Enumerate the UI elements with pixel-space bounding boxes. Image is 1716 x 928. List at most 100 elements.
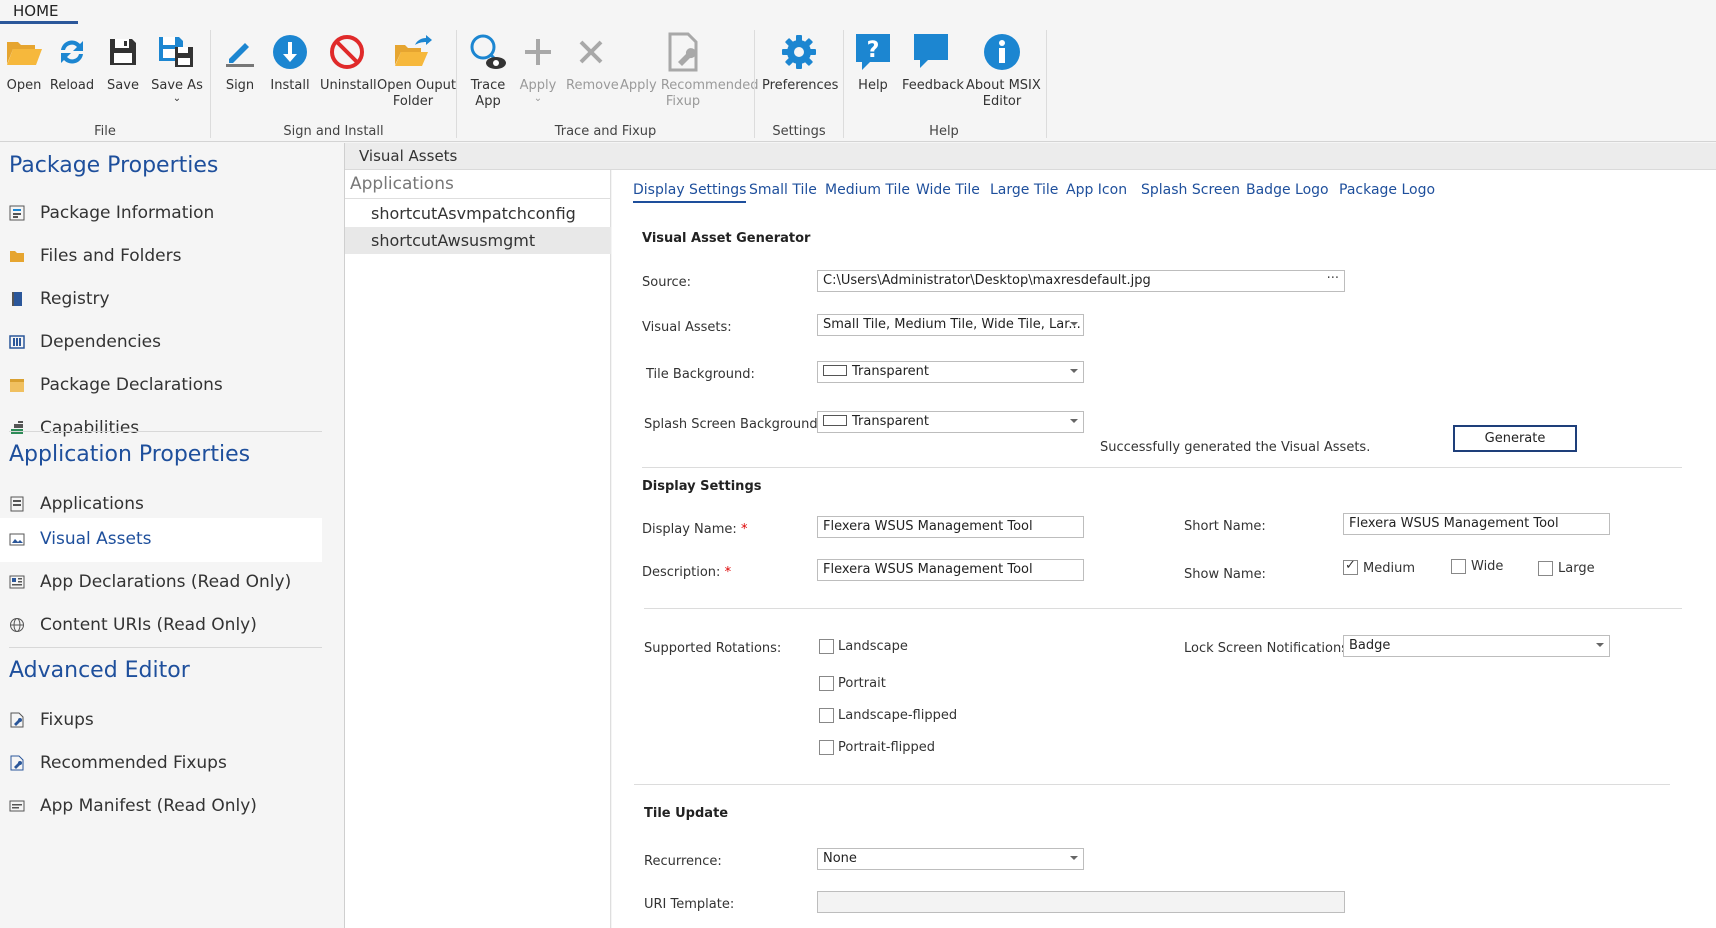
source-field[interactable]: C:\Users\Administrator\Desktop\maxresdef…	[817, 270, 1345, 292]
prohibited-icon	[325, 30, 369, 74]
chevron-down-icon	[1070, 369, 1078, 373]
apply-button[interactable]: Apply ⌄	[516, 30, 560, 104]
nav-item-package-declarations[interactable]: Package Declarations	[0, 364, 322, 408]
nav-item-dependencies[interactable]: Dependencies	[0, 321, 322, 365]
section-advanced-editor: Advanced Editor	[9, 658, 190, 683]
sign-button[interactable]: Sign	[218, 30, 262, 94]
splash-screen-background-dropdown[interactable]: Transparent	[817, 411, 1084, 433]
show-name-label: Show Name:	[1184, 567, 1266, 582]
tab-badge-logo[interactable]: Badge Logo	[1246, 182, 1329, 198]
generate-button[interactable]: Generate	[1453, 425, 1577, 452]
install-button[interactable]: Install	[268, 30, 312, 94]
trace-app-button[interactable]: Trace App	[466, 30, 510, 110]
wide-checkbox[interactable]	[1451, 559, 1466, 574]
short-name-label: Short Name:	[1184, 519, 1266, 534]
chevron-down-icon: ⌄	[172, 93, 182, 104]
description-input[interactable]: Flexera WSUS Management Tool	[817, 559, 1084, 581]
open-button[interactable]: Open	[2, 30, 46, 94]
display-settings-heading: Display Settings	[642, 479, 762, 494]
tab-app-icon[interactable]: App Icon	[1066, 182, 1127, 198]
tile-background-dropdown[interactable]: Transparent	[817, 361, 1084, 383]
close-icon	[569, 30, 613, 74]
section-package-properties: Package Properties	[9, 153, 219, 178]
nav-item-registry[interactable]: Registry	[0, 278, 322, 322]
apply-recommended-fixup-button[interactable]: Apply Recommended Fixup	[620, 30, 758, 110]
ribbon-tab-home[interactable]: HOME	[0, 0, 78, 24]
nav-item-recommended-fixups[interactable]: Recommended Fixups	[0, 742, 322, 786]
uri-template-label: URI Template:	[644, 897, 735, 912]
help-button[interactable]: ? Help	[851, 30, 895, 94]
capabilities-icon	[9, 420, 25, 436]
tab-large-tile[interactable]: Large Tile	[990, 182, 1058, 198]
nav-item-app-declarations[interactable]: App Declarations (Read Only)	[0, 561, 322, 605]
chevron-down-icon	[1070, 856, 1078, 860]
info-circle-icon	[980, 30, 1024, 74]
medium-checkbox-label: Medium	[1363, 561, 1415, 576]
list-item-application[interactable]: shortcutAwsusmgmt	[345, 227, 611, 254]
about-msix-editor-button[interactable]: About MSIX Editor	[966, 30, 1041, 110]
manifest-icon	[9, 798, 25, 814]
nav-item-visual-assets[interactable]: Visual Assets	[0, 518, 322, 562]
preferences-button[interactable]: Preferences	[762, 30, 838, 94]
visual-assets-label: Visual Assets:	[642, 320, 732, 335]
browse-button[interactable]: ···	[1327, 271, 1339, 286]
source-label: Source:	[642, 275, 692, 290]
tab-splash-screen[interactable]: Splash Screen	[1141, 182, 1240, 198]
package-box-icon	[9, 377, 25, 393]
globe-icon	[9, 617, 25, 633]
save-as-button[interactable]: Save As ⌄	[150, 30, 204, 104]
folder-share-icon	[391, 30, 435, 74]
nav-item-fixups[interactable]: Fixups	[0, 699, 322, 743]
tab-display-settings[interactable]: Display Settings	[633, 182, 747, 203]
feedback-button[interactable]: Feedback	[902, 30, 964, 94]
fixup-document-icon	[9, 712, 25, 728]
group-separator	[456, 30, 457, 138]
uri-template-input[interactable]	[817, 891, 1345, 913]
app-declarations-icon	[9, 574, 25, 590]
nav-separator	[9, 431, 322, 432]
save-button[interactable]: Save	[101, 30, 145, 94]
svg-text:?: ?	[867, 38, 880, 63]
recurrence-dropdown[interactable]: None	[817, 848, 1084, 870]
document-wrench-icon	[661, 30, 705, 74]
image-icon	[9, 531, 25, 547]
tab-medium-tile[interactable]: Medium Tile	[825, 182, 910, 198]
nav-item-package-information[interactable]: Package Information	[0, 192, 322, 236]
short-name-input[interactable]: Flexera WSUS Management Tool	[1343, 513, 1610, 535]
lock-screen-notifications-dropdown[interactable]: Badge	[1343, 635, 1610, 657]
left-navigation: Package Properties Package Information F…	[0, 143, 344, 928]
open-output-folder-button[interactable]: Open Ouput Folder	[377, 30, 456, 110]
reload-button[interactable]: Reload	[47, 30, 97, 94]
gear-icon	[777, 30, 821, 74]
applications-icon	[9, 496, 25, 512]
nav-item-app-manifest[interactable]: App Manifest (Read Only)	[0, 785, 322, 829]
large-checkbox[interactable]	[1538, 561, 1553, 576]
medium-checkbox[interactable]	[1343, 558, 1358, 575]
section-divider	[644, 608, 1682, 609]
tab-small-tile[interactable]: Small Tile	[749, 182, 817, 198]
generation-status: Successfully generated the Visual Assets…	[1100, 440, 1371, 455]
list-item-application[interactable]: shortcutAsvmpatchconfig	[345, 200, 611, 227]
section-application-properties: Application Properties	[9, 442, 251, 467]
landscape-flipped-checkbox[interactable]	[819, 708, 834, 723]
wide-checkbox-label: Wide	[1471, 559, 1504, 574]
tab-package-logo[interactable]: Package Logo	[1339, 182, 1435, 198]
color-swatch	[823, 415, 847, 426]
display-name-input[interactable]: Flexera WSUS Management Tool	[817, 516, 1084, 538]
portrait-checkbox[interactable]	[819, 676, 834, 691]
divider	[345, 198, 611, 199]
nav-item-files-and-folders[interactable]: Files and Folders	[0, 235, 322, 279]
remove-button[interactable]: Remove	[566, 30, 619, 94]
color-swatch	[823, 365, 847, 376]
uninstall-button[interactable]: Uninstall	[320, 30, 377, 94]
tab-wide-tile[interactable]: Wide Tile	[916, 182, 980, 198]
group-separator	[1046, 30, 1047, 138]
tile-background-label: Tile Background:	[646, 367, 755, 382]
required-marker: *	[740, 522, 748, 537]
portrait-flipped-checkbox[interactable]	[819, 740, 834, 755]
landscape-checkbox[interactable]	[819, 639, 834, 654]
search-eye-icon	[466, 30, 510, 74]
visual-assets-dropdown[interactable]: Small Tile, Medium Tile, Wide Tile, Lar.…	[817, 314, 1084, 336]
nav-item-content-uris[interactable]: Content URIs (Read Only)	[0, 604, 322, 648]
visual-asset-generator-heading: Visual Asset Generator	[642, 231, 811, 246]
